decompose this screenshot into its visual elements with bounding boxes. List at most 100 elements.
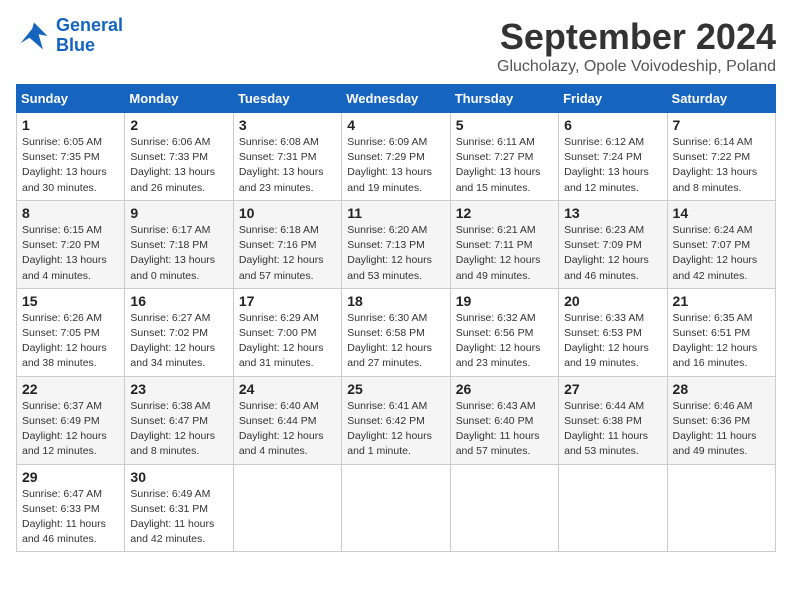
day-info: Sunrise: 6:27 AM Sunset: 7:02 PM Dayligh… <box>130 311 227 372</box>
weekday-header-tuesday: Tuesday <box>233 85 341 113</box>
day-number: 22 <box>22 381 119 397</box>
weekday-header-monday: Monday <box>125 85 233 113</box>
day-number: 24 <box>239 381 336 397</box>
day-number: 23 <box>130 381 227 397</box>
calendar-cell: 27 Sunrise: 6:44 AM Sunset: 6:38 PM Dayli… <box>559 376 667 464</box>
calendar-cell: 2 Sunrise: 6:06 AM Sunset: 7:33 PM Daylig… <box>125 113 233 201</box>
day-number: 5 <box>456 117 553 133</box>
title-area: September 2024 Glucholazy, Opole Voivode… <box>497 16 776 76</box>
day-number: 30 <box>130 469 227 485</box>
calendar-cell: 1 Sunrise: 6:05 AM Sunset: 7:35 PM Daylig… <box>17 113 125 201</box>
calendar-cell: 4 Sunrise: 6:09 AM Sunset: 7:29 PM Daylig… <box>342 113 450 201</box>
calendar-cell: 23 Sunrise: 6:38 AM Sunset: 6:47 PM Dayli… <box>125 376 233 464</box>
day-info: Sunrise: 6:49 AM Sunset: 6:31 PM Dayligh… <box>130 487 227 548</box>
calendar-cell: 5 Sunrise: 6:11 AM Sunset: 7:27 PM Daylig… <box>450 113 558 201</box>
day-info: Sunrise: 6:32 AM Sunset: 6:56 PM Dayligh… <box>456 311 553 372</box>
day-number: 17 <box>239 293 336 309</box>
day-number: 11 <box>347 205 444 221</box>
day-info: Sunrise: 6:24 AM Sunset: 7:07 PM Dayligh… <box>673 223 770 284</box>
calendar-cell: 22 Sunrise: 6:37 AM Sunset: 6:49 PM Dayli… <box>17 376 125 464</box>
day-info: Sunrise: 6:43 AM Sunset: 6:40 PM Dayligh… <box>456 399 553 460</box>
day-number: 16 <box>130 293 227 309</box>
calendar-cell: 9 Sunrise: 6:17 AM Sunset: 7:18 PM Daylig… <box>125 200 233 288</box>
day-number: 25 <box>347 381 444 397</box>
day-info: Sunrise: 6:46 AM Sunset: 6:36 PM Dayligh… <box>673 399 770 460</box>
day-info: Sunrise: 6:37 AM Sunset: 6:49 PM Dayligh… <box>22 399 119 460</box>
day-info: Sunrise: 6:14 AM Sunset: 7:22 PM Dayligh… <box>673 135 770 196</box>
calendar-cell: 16 Sunrise: 6:27 AM Sunset: 7:02 PM Dayli… <box>125 288 233 376</box>
day-info: Sunrise: 6:06 AM Sunset: 7:33 PM Dayligh… <box>130 135 227 196</box>
day-number: 2 <box>130 117 227 133</box>
day-info: Sunrise: 6:09 AM Sunset: 7:29 PM Dayligh… <box>347 135 444 196</box>
calendar-cell: 26 Sunrise: 6:43 AM Sunset: 6:40 PM Dayli… <box>450 376 558 464</box>
weekday-header-wednesday: Wednesday <box>342 85 450 113</box>
calendar-cell: 21Sunrise: 6:35 AM Sunset: 6:51 PM Dayli… <box>667 288 775 376</box>
day-info: Sunrise: 6:38 AM Sunset: 6:47 PM Dayligh… <box>130 399 227 460</box>
calendar-cell: 3 Sunrise: 6:08 AM Sunset: 7:31 PM Daylig… <box>233 113 341 201</box>
day-number: 26 <box>456 381 553 397</box>
day-info: Sunrise: 6:29 AM Sunset: 7:00 PM Dayligh… <box>239 311 336 372</box>
calendar-cell: 15Sunrise: 6:26 AM Sunset: 7:05 PM Dayli… <box>17 288 125 376</box>
weekday-header-thursday: Thursday <box>450 85 558 113</box>
day-info: Sunrise: 6:17 AM Sunset: 7:18 PM Dayligh… <box>130 223 227 284</box>
month-title: September 2024 <box>497 16 776 58</box>
calendar-cell <box>559 464 667 552</box>
day-number: 1 <box>22 117 119 133</box>
day-info: Sunrise: 6:35 AM Sunset: 6:51 PM Dayligh… <box>673 311 770 372</box>
calendar-cell: 6Sunrise: 6:12 AM Sunset: 7:24 PM Daylig… <box>559 113 667 201</box>
calendar-week-row: 1 Sunrise: 6:05 AM Sunset: 7:35 PM Daylig… <box>17 113 776 201</box>
day-number: 3 <box>239 117 336 133</box>
calendar-table: SundayMondayTuesdayWednesdayThursdayFrid… <box>16 84 776 552</box>
day-info: Sunrise: 6:18 AM Sunset: 7:16 PM Dayligh… <box>239 223 336 284</box>
day-info: Sunrise: 6:30 AM Sunset: 6:58 PM Dayligh… <box>347 311 444 372</box>
calendar-cell: 30 Sunrise: 6:49 AM Sunset: 6:31 PM Dayli… <box>125 464 233 552</box>
day-info: Sunrise: 6:47 AM Sunset: 6:33 PM Dayligh… <box>22 487 119 548</box>
calendar-cell <box>342 464 450 552</box>
day-number: 29 <box>22 469 119 485</box>
day-info: Sunrise: 6:33 AM Sunset: 6:53 PM Dayligh… <box>564 311 661 372</box>
logo-blue: Blue <box>56 36 123 56</box>
day-number: 9 <box>130 205 227 221</box>
day-info: Sunrise: 6:40 AM Sunset: 6:44 PM Dayligh… <box>239 399 336 460</box>
calendar-cell <box>450 464 558 552</box>
calendar-week-row: 22 Sunrise: 6:37 AM Sunset: 6:49 PM Dayli… <box>17 376 776 464</box>
day-number: 20 <box>564 293 661 309</box>
logo: General Blue <box>16 16 123 56</box>
day-info: Sunrise: 6:12 AM Sunset: 7:24 PM Dayligh… <box>564 135 661 196</box>
day-number: 8 <box>22 205 119 221</box>
day-number: 12 <box>456 205 553 221</box>
logo-icon <box>16 18 52 54</box>
calendar-cell: 19Sunrise: 6:32 AM Sunset: 6:56 PM Dayli… <box>450 288 558 376</box>
calendar-cell: 20 Sunrise: 6:33 AM Sunset: 6:53 PM Dayli… <box>559 288 667 376</box>
day-number: 4 <box>347 117 444 133</box>
calendar-cell <box>233 464 341 552</box>
header: General Blue September 2024 Glucholazy, … <box>16 16 776 76</box>
day-info: Sunrise: 6:23 AM Sunset: 7:09 PM Dayligh… <box>564 223 661 284</box>
day-number: 15 <box>22 293 119 309</box>
calendar-cell: 13Sunrise: 6:23 AM Sunset: 7:09 PM Dayli… <box>559 200 667 288</box>
day-number: 10 <box>239 205 336 221</box>
calendar-cell: 10 Sunrise: 6:18 AM Sunset: 7:16 PM Dayli… <box>233 200 341 288</box>
logo-general: General <box>56 15 123 35</box>
calendar-cell: 28Sunrise: 6:46 AM Sunset: 6:36 PM Dayli… <box>667 376 775 464</box>
day-info: Sunrise: 6:08 AM Sunset: 7:31 PM Dayligh… <box>239 135 336 196</box>
weekday-header-friday: Friday <box>559 85 667 113</box>
day-info: Sunrise: 6:44 AM Sunset: 6:38 PM Dayligh… <box>564 399 661 460</box>
calendar-week-row: 15Sunrise: 6:26 AM Sunset: 7:05 PM Dayli… <box>17 288 776 376</box>
day-number: 27 <box>564 381 661 397</box>
day-info: Sunrise: 6:05 AM Sunset: 7:35 PM Dayligh… <box>22 135 119 196</box>
logo-text: General Blue <box>56 16 123 56</box>
calendar-cell: 14Sunrise: 6:24 AM Sunset: 7:07 PM Dayli… <box>667 200 775 288</box>
day-info: Sunrise: 6:15 AM Sunset: 7:20 PM Dayligh… <box>22 223 119 284</box>
calendar-cell <box>667 464 775 552</box>
calendar-cell: 24 Sunrise: 6:40 AM Sunset: 6:44 PM Dayli… <box>233 376 341 464</box>
calendar-cell: 12Sunrise: 6:21 AM Sunset: 7:11 PM Dayli… <box>450 200 558 288</box>
weekday-header-saturday: Saturday <box>667 85 775 113</box>
calendar-header-row: SundayMondayTuesdayWednesdayThursdayFrid… <box>17 85 776 113</box>
day-info: Sunrise: 6:11 AM Sunset: 7:27 PM Dayligh… <box>456 135 553 196</box>
day-number: 18 <box>347 293 444 309</box>
weekday-header-sunday: Sunday <box>17 85 125 113</box>
calendar-week-row: 8 Sunrise: 6:15 AM Sunset: 7:20 PM Daylig… <box>17 200 776 288</box>
calendar-cell: 29 Sunrise: 6:47 AM Sunset: 6:33 PM Dayli… <box>17 464 125 552</box>
calendar-cell: 7Sunrise: 6:14 AM Sunset: 7:22 PM Daylig… <box>667 113 775 201</box>
